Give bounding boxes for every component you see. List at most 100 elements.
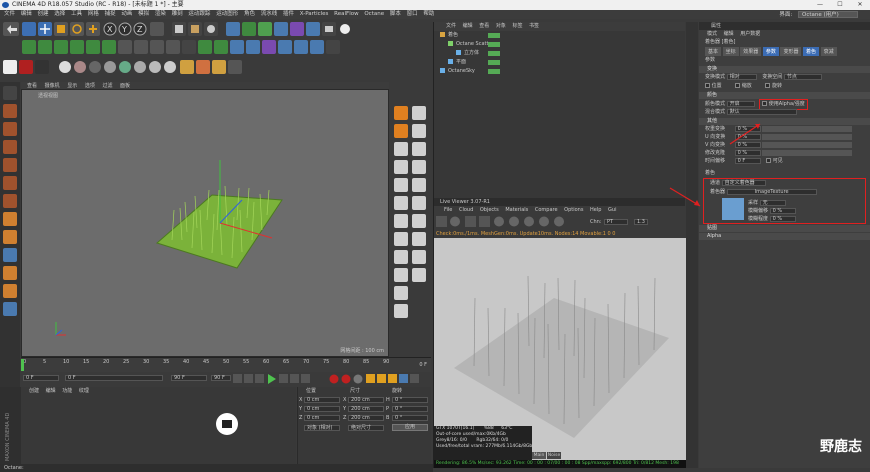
minimize-button[interactable]: — xyxy=(810,0,830,10)
scale-checkbox[interactable] xyxy=(735,83,741,88)
menu-item[interactable]: 工具 xyxy=(71,11,82,17)
rot-field[interactable]: 0 ° xyxy=(392,397,428,403)
section-transform[interactable]: 变换 xyxy=(699,66,870,73)
tab-falloff[interactable]: 衰减 xyxy=(820,47,837,56)
playback-controls[interactable] xyxy=(233,373,428,385)
layout-selector[interactable]: 界面: Octane (用户) xyxy=(775,11,858,19)
visibility-toggle[interactable] xyxy=(488,60,500,65)
menu-item[interactable]: 角色 xyxy=(244,11,255,17)
object-menu-item[interactable]: 编辑 xyxy=(463,23,473,29)
layout-dropdown[interactable]: Octane (用户) xyxy=(798,11,858,18)
lv-tool-icons[interactable] xyxy=(436,216,576,229)
current-frame-field[interactable]: 0 F xyxy=(23,375,59,381)
tab-basic[interactable]: 基本 xyxy=(705,47,722,56)
attr-menu-item[interactable]: 用户数据 xyxy=(740,31,760,37)
size-mode-dropdown[interactable]: 绝对尺寸 xyxy=(348,425,384,431)
lv-menu-item[interactable]: Help xyxy=(590,207,601,213)
object-menu-item[interactable]: 文件 xyxy=(446,23,456,29)
menu-item[interactable]: 脚本 xyxy=(390,11,401,17)
object-menu-item[interactable]: 书签 xyxy=(529,23,539,29)
visibility-toggle[interactable] xyxy=(488,69,500,74)
menu-item[interactable]: 帮助 xyxy=(423,11,434,17)
lv-menu-item[interactable]: Gui xyxy=(608,207,616,213)
rot-field[interactable]: 0 ° xyxy=(392,406,428,412)
menu-item[interactable]: 选择 xyxy=(54,11,65,17)
octane-side-icons[interactable] xyxy=(390,82,432,372)
menu-item[interactable]: 编辑 xyxy=(21,11,32,17)
menu-item[interactable]: 窗口 xyxy=(407,11,418,17)
menu-item[interactable]: 文件 xyxy=(4,11,15,17)
attr-menu-item[interactable]: 编辑 xyxy=(724,31,734,37)
menu-item[interactable]: X-Particles xyxy=(300,11,329,17)
channel-dropdown[interactable]: PT xyxy=(604,219,628,225)
menu-item[interactable]: 雕刻 xyxy=(172,11,183,17)
tab-coord[interactable]: 坐标 xyxy=(722,47,739,56)
menu-item[interactable]: 网格 xyxy=(88,11,99,17)
rotation-checkbox[interactable] xyxy=(765,83,771,88)
attr-menu-item[interactable]: 模式 xyxy=(707,31,717,37)
object-row[interactable]: 平面 xyxy=(434,58,685,67)
visibility-toggle[interactable] xyxy=(488,51,500,56)
blur-scale-field[interactable]: 0 % xyxy=(769,215,796,222)
menu-item[interactable]: RealFlow xyxy=(334,11,358,17)
position-checkbox[interactable] xyxy=(705,83,710,88)
lv-menu-item[interactable]: Compare xyxy=(535,207,558,213)
object-row[interactable]: 着色 xyxy=(434,31,685,40)
section-maps[interactable]: 贴图 xyxy=(699,225,870,232)
object-menu-item[interactable]: 查看 xyxy=(479,23,489,29)
perspective-viewport[interactable]: 透视视图 网格间距 : 100 cm xyxy=(21,89,389,357)
material-menu-item[interactable]: 功能 xyxy=(62,388,72,394)
menu-item[interactable]: 动画 xyxy=(121,11,132,17)
transform-mode-dropdown[interactable]: 相对 xyxy=(726,73,757,80)
material-menu-item[interactable]: 纹理 xyxy=(79,388,89,394)
visibility-toggle[interactable] xyxy=(488,33,500,38)
lv-menu-item[interactable]: Materials xyxy=(505,207,528,213)
rot-field[interactable]: 0 ° xyxy=(392,415,428,421)
lv-menu-item[interactable]: Options xyxy=(564,207,583,213)
apply-button[interactable]: 应用 xyxy=(392,424,428,431)
menu-item[interactable]: 运动图形 xyxy=(216,11,238,17)
material-preview-thumb[interactable] xyxy=(216,413,238,435)
lv-menu-item[interactable]: Cloud xyxy=(459,207,473,213)
end-frame-field[interactable]: 90 F xyxy=(171,375,207,381)
tab-noise[interactable]: Noise xyxy=(547,452,561,459)
pos-field[interactable]: 0 cm xyxy=(304,397,340,403)
pos-field[interactable]: 0 cm xyxy=(304,415,340,421)
start-frame-field[interactable]: 0 F xyxy=(65,375,163,381)
object-row[interactable]: OctaneSky xyxy=(434,67,685,76)
lv-menu-item[interactable]: File xyxy=(444,207,452,213)
material-menu-item[interactable]: 创建 xyxy=(29,388,39,394)
object-menu-item[interactable]: 标签 xyxy=(512,23,522,29)
maximize-button[interactable]: ☐ xyxy=(830,0,850,10)
menu-item[interactable]: 创建 xyxy=(38,11,49,17)
object-row[interactable]: 立方体 xyxy=(434,49,685,58)
size-field[interactable]: 200 cm xyxy=(348,415,384,421)
transform-space-dropdown[interactable]: 节点 xyxy=(783,73,822,80)
menu-item[interactable]: 捕捉 xyxy=(105,11,116,17)
coord-mode-dropdown[interactable]: 对象 (相对) xyxy=(304,425,340,431)
toolbar-icons[interactable]: X Y Z xyxy=(0,19,433,81)
render-preview[interactable]: GTX 1070T[16.1] %88 63°C Out-of-core use… xyxy=(434,238,686,460)
tab-params[interactable]: 参数 xyxy=(762,47,779,56)
size-field[interactable]: 200 cm xyxy=(348,397,384,403)
tab-deformer[interactable]: 变形器 xyxy=(780,47,802,56)
visibility-toggle[interactable] xyxy=(488,42,500,47)
menu-item[interactable]: 运动跟踪 xyxy=(188,11,210,17)
menu-item[interactable]: Octane xyxy=(364,11,384,17)
tab-shading[interactable]: 着色 xyxy=(803,47,820,56)
pos-field[interactable]: 0 cm xyxy=(304,406,340,412)
max-frame-field[interactable]: 90 F xyxy=(211,375,231,381)
object-row[interactable]: Octane Scatter xyxy=(434,40,685,49)
menu-item[interactable]: 流水线 xyxy=(261,11,278,17)
tab-effector[interactable]: 效果器 xyxy=(740,47,762,56)
tab-main[interactable]: Main xyxy=(532,452,546,459)
menu-item[interactable]: 模拟 xyxy=(138,11,149,17)
section-color[interactable]: 颜色 xyxy=(699,92,870,99)
timeline[interactable]: 0 5 10 15 20 25 30 35 40 45 50 55 60 65 … xyxy=(21,357,431,372)
object-menu-item[interactable]: 对象 xyxy=(496,23,506,29)
menu-item[interactable]: 插件 xyxy=(283,11,294,17)
menu-item[interactable]: 渲染 xyxy=(155,11,166,17)
lv-menu-item[interactable]: Objects xyxy=(480,207,499,213)
color-mode-dropdown[interactable]: 开启 xyxy=(726,100,755,107)
material-menu-item[interactable]: 编辑 xyxy=(46,388,56,394)
